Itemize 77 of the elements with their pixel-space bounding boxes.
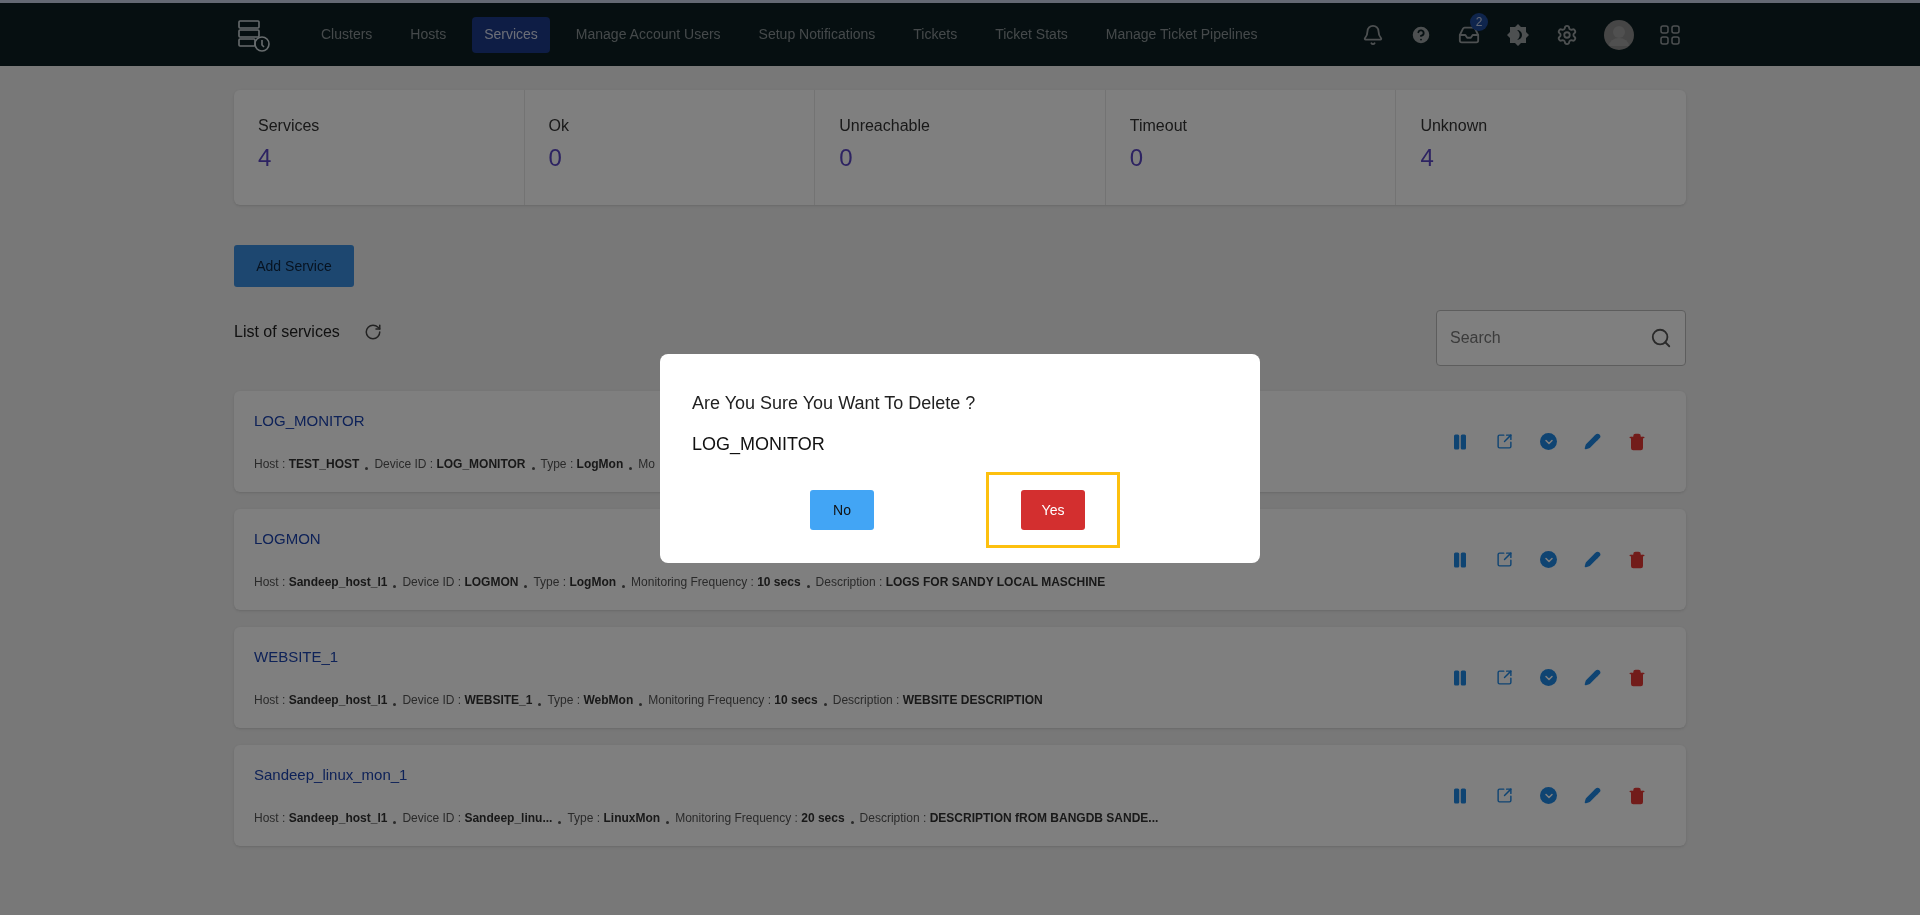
refresh-icon[interactable]: [363, 323, 382, 341]
service-detail: Type : LinuxMon: [567, 809, 661, 827]
service-detail: Host : Sandeep_host_l1: [254, 691, 388, 709]
service-detail: Description : WEBSITE DESCRIPTION: [832, 691, 1043, 709]
section-title: List of services: [234, 322, 340, 342]
edit-icon[interactable]: [1584, 433, 1601, 450]
stat-value: 0: [1129, 143, 1145, 173]
open-external-icon[interactable]: [1496, 669, 1513, 686]
edit-icon[interactable]: [1584, 551, 1601, 568]
stat-label: Services: [258, 116, 321, 136]
apps-grid-icon[interactable]: [1660, 24, 1680, 45]
expand-icon[interactable]: [1540, 787, 1557, 804]
expand-icon[interactable]: [1540, 669, 1557, 686]
pause-icon[interactable]: [1451, 432, 1469, 451]
pause-icon[interactable]: [1451, 550, 1469, 569]
service-detail: Monitoring Frequency : 20 secs: [675, 809, 845, 827]
delete-icon[interactable]: [1628, 668, 1646, 687]
stat-label: Ok: [548, 116, 571, 136]
service-detail: Device ID : LOG_MONITOR: [374, 455, 526, 473]
nav-tab[interactable]: Manage Ticket Pipelines: [1093, 16, 1270, 53]
stat-value: 4: [258, 143, 273, 173]
settings-icon[interactable]: [1556, 23, 1578, 46]
expand-icon[interactable]: [1540, 433, 1557, 450]
service-name-link[interactable]: LOG_MONITOR: [254, 410, 365, 433]
delete-icon[interactable]: [1628, 432, 1646, 451]
service-detail: Host : TEST_HOST: [254, 455, 360, 473]
brightness-icon[interactable]: [1506, 22, 1530, 47]
search-icon: [1650, 327, 1672, 349]
dialog-item-name: LOG_MONITOR: [692, 433, 826, 457]
service-detail: Description : DESCRIPTION fROM BANGDB SANDE...: [859, 809, 1159, 827]
dialog-title: Are You Sure You Want To Delete ?: [692, 392, 977, 415]
service-detail: Host : Sandeep_host_l1: [254, 573, 388, 591]
yes-button[interactable]: Yes: [1021, 490, 1085, 530]
expand-icon[interactable]: [1540, 551, 1557, 568]
open-external-icon[interactable]: [1496, 551, 1513, 568]
service-detail: Mo: [638, 455, 655, 473]
notification-badge: 2: [1470, 12, 1488, 31]
stat-label: Timeout: [1129, 116, 1188, 136]
search-field[interactable]: Search: [1436, 310, 1686, 366]
user-avatar[interactable]: [1604, 19, 1634, 50]
service-detail: Description : LOGS FOR SANDY LOCAL MASCHINE: [815, 573, 1106, 591]
service-detail: Type : LogMon: [533, 573, 617, 591]
nav-tab[interactable]: Hosts: [398, 16, 459, 53]
service-name-link[interactable]: LOGMON: [254, 528, 321, 551]
stat-label: Unreachable: [839, 116, 931, 136]
edit-icon[interactable]: [1584, 787, 1601, 804]
stat-value: 4: [1420, 143, 1435, 173]
delete-icon[interactable]: [1628, 786, 1646, 805]
pause-icon[interactable]: [1451, 786, 1469, 805]
stat-label: Unknown: [1420, 116, 1489, 136]
stat-value: 0: [548, 143, 563, 173]
service-name-link[interactable]: Sandeep_linux_mon_1: [254, 764, 408, 787]
nav-tab[interactable]: Clusters: [309, 16, 385, 53]
add-service-button[interactable]: Add Service: [234, 245, 354, 287]
nav-tab[interactable]: Tickets: [901, 16, 970, 53]
nav-tab[interactable]: Manage Account Users: [563, 16, 733, 53]
no-button[interactable]: No: [810, 490, 874, 530]
service-detail: Device ID : Sandeep_linu...: [402, 809, 553, 827]
nav-tab[interactable]: Setup Notifications: [746, 16, 888, 53]
pause-icon[interactable]: [1451, 668, 1469, 687]
service-detail: Device ID : WEBSITE_1: [402, 691, 533, 709]
service-detail: Type : LogMon: [540, 455, 624, 473]
nav-tab[interactable]: Ticket Stats: [983, 16, 1080, 53]
service-detail: Monitoring Frequency : 10 secs: [631, 573, 801, 591]
nav-tab[interactable]: Services: [472, 16, 550, 53]
service-detail: Monitoring Frequency : 10 secs: [648, 691, 818, 709]
stat-value: 0: [839, 143, 854, 173]
service-detail: Type : WebMon: [547, 691, 634, 709]
open-external-icon[interactable]: [1496, 787, 1513, 804]
open-external-icon[interactable]: [1496, 433, 1513, 450]
delete-icon[interactable]: [1628, 550, 1646, 569]
bell-icon[interactable]: [1362, 23, 1384, 46]
edit-icon[interactable]: [1584, 669, 1601, 686]
service-name-link[interactable]: WEBSITE_1: [254, 646, 339, 669]
service-detail: Host : Sandeep_host_l1: [254, 809, 388, 827]
service-detail: Device ID : LOGMON: [402, 573, 519, 591]
help-icon[interactable]: [1410, 23, 1432, 46]
